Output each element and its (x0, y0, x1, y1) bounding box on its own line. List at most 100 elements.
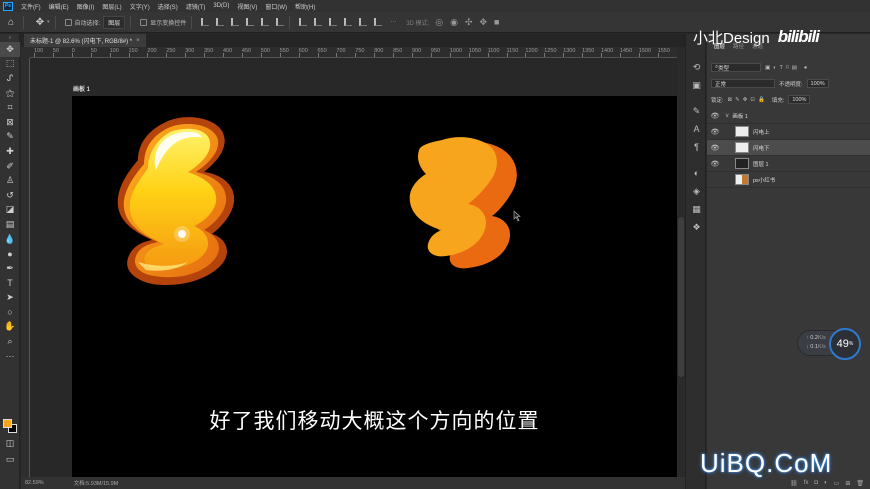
menu-help[interactable]: 帮助(H) (291, 2, 319, 11)
styles-icon[interactable]: ◈ (686, 182, 707, 200)
properties-icon[interactable]: ▣ (686, 76, 707, 94)
clone-stamp-tool[interactable]: ♙ (0, 173, 20, 188)
horizontal-ruler[interactable]: 100 50 0 50 100 150 200 250 300 350 400 450 500 550 60… (30, 47, 677, 58)
layer-row[interactable]: · ps小红书 (707, 172, 870, 188)
lock-icons[interactable]: ⊠✎✥⊡🔒 (728, 97, 768, 103)
tab-layers[interactable]: 图层 (714, 42, 725, 52)
layer-name[interactable]: 闪电上 (753, 128, 770, 136)
align-center-icon[interactable] (216, 18, 225, 26)
screen-mode-icon[interactable]: ▭ (0, 452, 20, 467)
brush-settings-icon[interactable]: ✎ (686, 102, 707, 120)
layer-row-selected[interactable]: 👁 闪电下 (707, 140, 870, 156)
visibility-eye-icon[interactable]: 👁 (709, 128, 721, 136)
healing-brush-tool[interactable]: ✚ (0, 144, 20, 159)
align-left-icon[interactable] (201, 18, 210, 26)
layer-name[interactable]: ps小红书 (753, 176, 775, 184)
auto-select-checkbox[interactable] (64, 18, 72, 26)
eraser-tool[interactable]: ◪ (0, 203, 20, 218)
zoom-level[interactable]: 82.59% (25, 480, 44, 486)
canvas-workspace[interactable]: 画板 1 好了我们移动大概这个方向的位置 (30, 58, 677, 477)
foreground-color-swatch[interactable] (3, 419, 12, 428)
marquee-tool[interactable]: ⬚ (0, 57, 20, 72)
pen-tool[interactable]: ✒ (0, 261, 20, 276)
visibility-eye-icon[interactable]: 👁 (709, 144, 721, 152)
layer-name[interactable]: 闪电下 (753, 144, 770, 152)
gradient-tool[interactable]: ▤ (0, 217, 20, 232)
move-tool-icon[interactable]: ✥ (33, 15, 47, 29)
eyedropper-tool[interactable]: ✎ (0, 130, 20, 145)
libraries-icon[interactable]: ❖ (686, 218, 707, 236)
menu-file[interactable]: 文件(F) (17, 2, 45, 11)
adjustment-layer-icon[interactable]: ◐ (824, 480, 828, 486)
show-transform-checkbox[interactable] (140, 18, 148, 26)
align-right-icon[interactable] (231, 18, 240, 26)
quick-mask-icon[interactable]: ◫ (0, 436, 20, 451)
artboard-label[interactable]: 画板 1 (73, 84, 90, 93)
tab-paths[interactable]: 路径 (733, 42, 744, 52)
character-icon[interactable]: A (686, 120, 707, 138)
history-icon[interactable]: ⟲ (686, 58, 707, 76)
vertical-ruler[interactable] (21, 58, 30, 477)
menu-select[interactable]: 选择(S) (154, 2, 182, 11)
hand-tool[interactable]: ✋ (0, 319, 20, 334)
crop-tool[interactable]: ⌗ (0, 100, 20, 115)
path-selection-tool[interactable]: ➤ (0, 290, 20, 305)
visibility-eye-icon[interactable]: 👁 (709, 112, 721, 120)
scrollbar-thumb[interactable] (678, 217, 684, 377)
brush-tool[interactable]: ✐ (0, 159, 20, 174)
edit-toolbar-icon[interactable]: ··· (0, 348, 20, 363)
new-layer-icon[interactable]: ⊞ (845, 480, 850, 487)
type-tool[interactable]: T (0, 276, 20, 291)
frame-tool[interactable]: ⊠ (0, 115, 20, 130)
menu-edit[interactable]: 编辑(E) (45, 2, 73, 11)
auto-select-dropdown[interactable]: 图层 (103, 15, 126, 29)
menu-type[interactable]: 文字(Y) (126, 2, 154, 11)
history-brush-tool[interactable]: ↺ (0, 188, 20, 203)
collapse-icon[interactable]: » (0, 34, 20, 42)
move-tool[interactable]: ✥ (0, 42, 20, 57)
align-top-icon[interactable] (246, 18, 255, 26)
magic-wand-tool[interactable]: ⚝ (0, 86, 20, 101)
home-icon[interactable]: ⌂ (4, 15, 18, 29)
menu-filter[interactable]: 滤镜(T) (182, 2, 210, 11)
distribute-left-icon[interactable] (344, 18, 353, 26)
layer-name[interactable]: 图层 1 (753, 160, 769, 168)
menu-layer[interactable]: 图层(L) (98, 2, 125, 11)
trash-icon[interactable]: 🗑 (856, 480, 864, 487)
blend-mode-dropdown[interactable]: 正常 (711, 79, 775, 88)
orbit-3d-icon[interactable]: ◎ (435, 17, 443, 28)
layer-row[interactable]: 👁 图层 1 (707, 156, 870, 172)
mask-icon[interactable]: ◘ (814, 480, 818, 486)
layer-row[interactable]: 👁 闪电上 (707, 124, 870, 140)
fill-field[interactable]: 100% (788, 95, 811, 104)
filter-icons[interactable]: ▣◐T⌑▤ (765, 65, 800, 71)
visibility-eye-icon[interactable]: 👁 (709, 160, 721, 168)
blur-tool[interactable]: 💧 (0, 232, 20, 247)
ellipse-tool[interactable]: ○ (0, 305, 20, 320)
distribute-center-icon[interactable] (359, 18, 368, 26)
lightning-bolt-flat[interactable] (402, 134, 526, 284)
roll-3d-icon[interactable]: ◉ (450, 17, 458, 28)
folder-icon[interactable]: ▭ (834, 480, 840, 487)
scale-3d-icon[interactable]: ■ (494, 17, 499, 28)
distribute-top-icon[interactable] (299, 18, 308, 26)
close-icon[interactable]: × (136, 38, 140, 44)
menu-3d[interactable]: 3D(D) (209, 3, 233, 9)
layer-group-row[interactable]: 👁 ∨ 画板 1 (707, 108, 870, 124)
opacity-field[interactable]: 100% (806, 79, 829, 88)
link-icon[interactable]: ⛓ (790, 480, 798, 487)
fx-icon[interactable]: fx (804, 480, 809, 486)
distribute-bottom-icon[interactable] (329, 18, 338, 26)
visibility-toggle-empty[interactable]: · (709, 176, 721, 183)
adjustments-icon[interactable]: ◐ (686, 164, 707, 182)
lightning-bolt-glossy[interactable] (108, 112, 258, 292)
artboard-canvas[interactable]: 好了我们移动大概这个方向的位置 (72, 96, 677, 477)
layer-name[interactable]: 画板 1 (732, 112, 748, 120)
align-bottom-icon[interactable] (276, 18, 285, 26)
zoom-tool[interactable]: ⌕ (0, 334, 20, 349)
chevron-down-icon[interactable]: ∨ (725, 112, 729, 119)
more-options-icon[interactable]: ··· (390, 19, 396, 25)
dodge-tool[interactable]: ● (0, 246, 20, 261)
menu-window[interactable]: 窗口(W) (261, 2, 291, 11)
chevron-down-icon[interactable]: ▾ (47, 19, 50, 25)
